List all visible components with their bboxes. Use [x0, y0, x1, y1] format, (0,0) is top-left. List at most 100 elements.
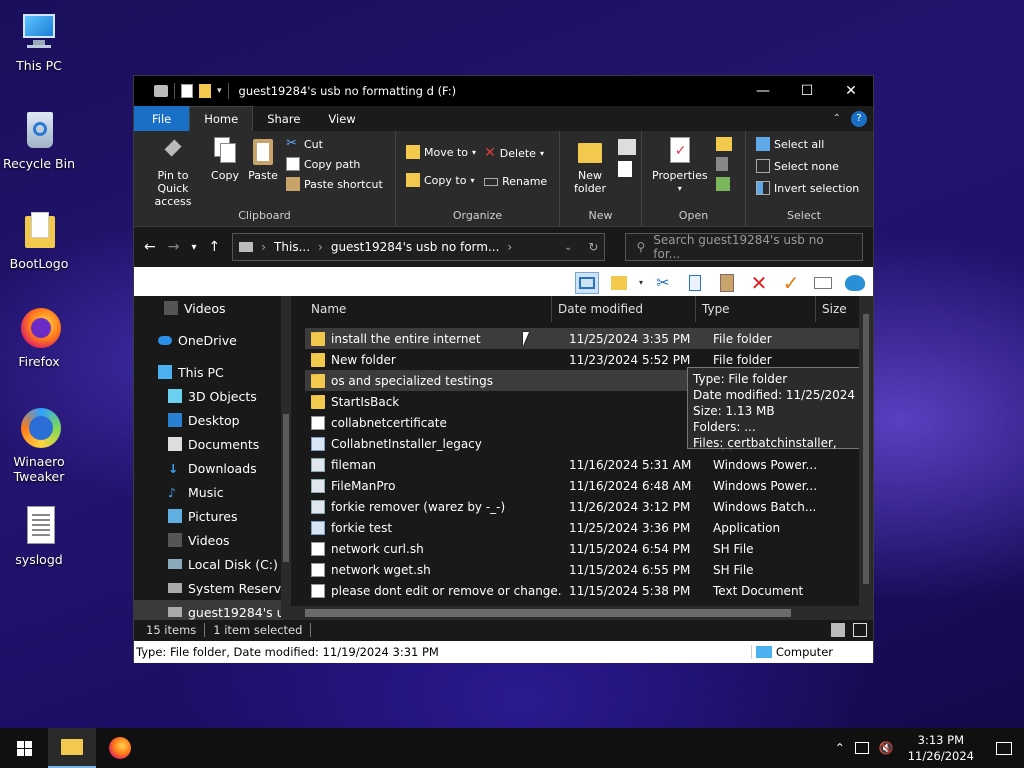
tab-home[interactable]: Home: [189, 106, 254, 131]
up-icon[interactable]: ↑: [209, 239, 221, 255]
column-name[interactable]: Name: [291, 296, 552, 322]
cut-button[interactable]: ✂ Cut: [286, 137, 383, 151]
nav-item-videos[interactable]: Videos: [134, 296, 291, 320]
paste-shortcut-button[interactable]: Paste shortcut: [286, 177, 383, 191]
address-dropdown-icon[interactable]: ⌄: [564, 242, 572, 253]
nav-item-videos-2[interactable]: Videos: [134, 528, 291, 552]
delete-icon: ✕: [484, 145, 496, 161]
refresh-icon[interactable]: ↻: [588, 240, 598, 254]
new-item-icon[interactable]: [618, 139, 636, 155]
copy-to-icon: [406, 173, 420, 187]
notifications-button[interactable]: [984, 728, 1024, 768]
breadcrumb-drive[interactable]: guest19284's usb no form...: [331, 240, 500, 254]
nav-item-downloads[interactable]: ↓ Downloads: [134, 456, 291, 480]
select-none-icon: [756, 159, 770, 173]
history-icon[interactable]: [715, 177, 730, 191]
nav-item-music[interactable]: ♪ Music: [134, 480, 291, 504]
chevron-up-icon[interactable]: ⌃: [833, 113, 841, 124]
file-row[interactable]: fileman 11/16/2024 5:31 AM Windows Power..…: [305, 454, 859, 475]
file-row[interactable]: network wget.sh 11/15/2024 6:55 PM SH File: [305, 559, 859, 580]
new-folder-icon: [575, 135, 605, 167]
file-row[interactable]: FileManPro 11/16/2024 6:48 AM Windows Powe…: [305, 475, 859, 496]
nav-item-usb-drive[interactable]: guest19284's u: [134, 600, 291, 620]
back-icon[interactable]: ←: [144, 239, 156, 255]
column-type[interactable]: Type: [696, 296, 816, 322]
preview-pane-icon[interactable]: [574, 271, 599, 294]
file-row[interactable]: install the entire internet 11/25/2024 3:…: [305, 328, 859, 349]
clock[interactable]: 3:13 PM 11/26/2024: [898, 732, 984, 764]
help-icon[interactable]: ?: [851, 110, 867, 127]
nav-item-onedrive[interactable]: OneDrive: [134, 328, 291, 352]
cut-icon[interactable]: ✂: [651, 272, 675, 294]
paste-icon[interactable]: [715, 272, 739, 294]
content-area: Videos OneDrive This PC 3D Objects Deskt…: [134, 296, 873, 620]
nav-item-system-reserved[interactable]: System Reserv: [134, 576, 291, 600]
customize-quick-access-icon[interactable]: ▾: [217, 86, 222, 96]
shell-icon[interactable]: [843, 272, 867, 294]
edit-icon[interactable]: [715, 157, 728, 171]
copy-icon[interactable]: [683, 272, 707, 294]
column-date-modified[interactable]: Date modified: [552, 296, 696, 322]
nav-item-3d-objects[interactable]: 3D Objects: [134, 384, 291, 408]
desktop-icon-recycle-bin[interactable]: Recycle Bin: [0, 108, 79, 171]
properties-icon[interactable]: [181, 84, 193, 98]
file-row[interactable]: network curl.sh 11/15/2024 6:54 PM SH File: [305, 538, 859, 559]
maximize-button[interactable]: ☐: [785, 76, 829, 106]
easy-access-icon[interactable]: [618, 161, 632, 177]
close-button[interactable]: ✕: [829, 76, 873, 106]
item-count: 15 items: [146, 623, 197, 637]
folder-options-icon[interactable]: [607, 272, 631, 294]
nav-scrollbar[interactable]: [281, 296, 291, 620]
delete-icon[interactable]: ✕: [747, 271, 771, 295]
select-all-button[interactable]: Select all: [756, 137, 859, 151]
file-row[interactable]: please dont edit or remove or change... 1…: [305, 580, 859, 601]
desktop-icon-syslogd[interactable]: syslogd: [0, 504, 79, 567]
desktop-icon-bootlogo[interactable]: BootLogo: [0, 208, 79, 271]
delete-button[interactable]: ✕ Delete ▾: [484, 145, 547, 161]
chevron-up-icon[interactable]: ⌃: [835, 741, 845, 755]
nav-item-pictures[interactable]: Pictures: [134, 504, 291, 528]
checkmark-icon[interactable]: ✓: [779, 271, 803, 295]
nav-item-documents[interactable]: Documents: [134, 432, 291, 456]
nav-item-local-disk[interactable]: Local Disk (C:): [134, 552, 291, 576]
column-size[interactable]: Size: [816, 296, 856, 322]
copy-path-button[interactable]: Copy path: [286, 157, 383, 171]
details-view-icon[interactable]: [831, 623, 845, 637]
desktop-icon-winaero-tweaker[interactable]: Winaero Tweaker: [0, 406, 79, 484]
organize-group: Move to ▾ Copy to ▾ ✕ Delete ▾ Rename Organi…: [396, 131, 560, 226]
volume-muted-icon[interactable]: 🔇: [879, 741, 894, 755]
taskbar-firefox[interactable]: [96, 728, 144, 768]
move-to-button[interactable]: Move to ▾: [406, 145, 476, 159]
large-icons-view-icon[interactable]: [853, 623, 867, 637]
nav-item-this-pc[interactable]: This PC: [134, 360, 291, 384]
rename-button[interactable]: Rename: [484, 175, 547, 188]
start-button[interactable]: [0, 728, 48, 768]
tab-file[interactable]: File: [134, 106, 190, 131]
file-row[interactable]: forkie test 11/25/2024 3:36 PM Application: [305, 517, 859, 538]
invert-selection-button[interactable]: Invert selection: [756, 181, 859, 195]
file-list-scrollbar[interactable]: [859, 296, 873, 606]
nav-item-desktop[interactable]: Desktop: [134, 408, 291, 432]
recent-locations-icon[interactable]: ▾: [191, 242, 196, 253]
title-bar: ▾ guest19284's usb no formatting d (F:) …: [134, 76, 873, 106]
new-folder-icon[interactable]: [199, 84, 211, 98]
rename-icon[interactable]: [811, 272, 835, 294]
copy-to-button[interactable]: Copy to ▾: [406, 173, 476, 187]
taskbar-file-explorer[interactable]: [48, 728, 96, 768]
forward-icon[interactable]: →: [168, 239, 180, 255]
tab-view[interactable]: View: [314, 106, 369, 131]
drive-icon: [154, 85, 168, 97]
open-icon[interactable]: [715, 137, 732, 151]
tab-share[interactable]: Share: [253, 106, 314, 131]
file-row[interactable]: forkie remover (warez by -_-) 11/26/2024 …: [305, 496, 859, 517]
horizontal-scrollbar[interactable]: [291, 606, 873, 620]
minimize-button[interactable]: —: [741, 76, 785, 106]
breadcrumb-this-pc[interactable]: This...: [274, 240, 310, 254]
address-bar[interactable]: › This... › guest19284's usb no form... …: [232, 233, 606, 261]
select-none-button[interactable]: Select none: [756, 159, 859, 173]
search-input[interactable]: ⚲ Search guest19284's usb no for...: [625, 233, 863, 261]
network-icon[interactable]: [854, 742, 869, 754]
desktop-icon-this-pc[interactable]: This PC: [0, 10, 79, 73]
application-icon: [311, 520, 325, 535]
desktop-icon-firefox[interactable]: Firefox: [0, 306, 79, 369]
